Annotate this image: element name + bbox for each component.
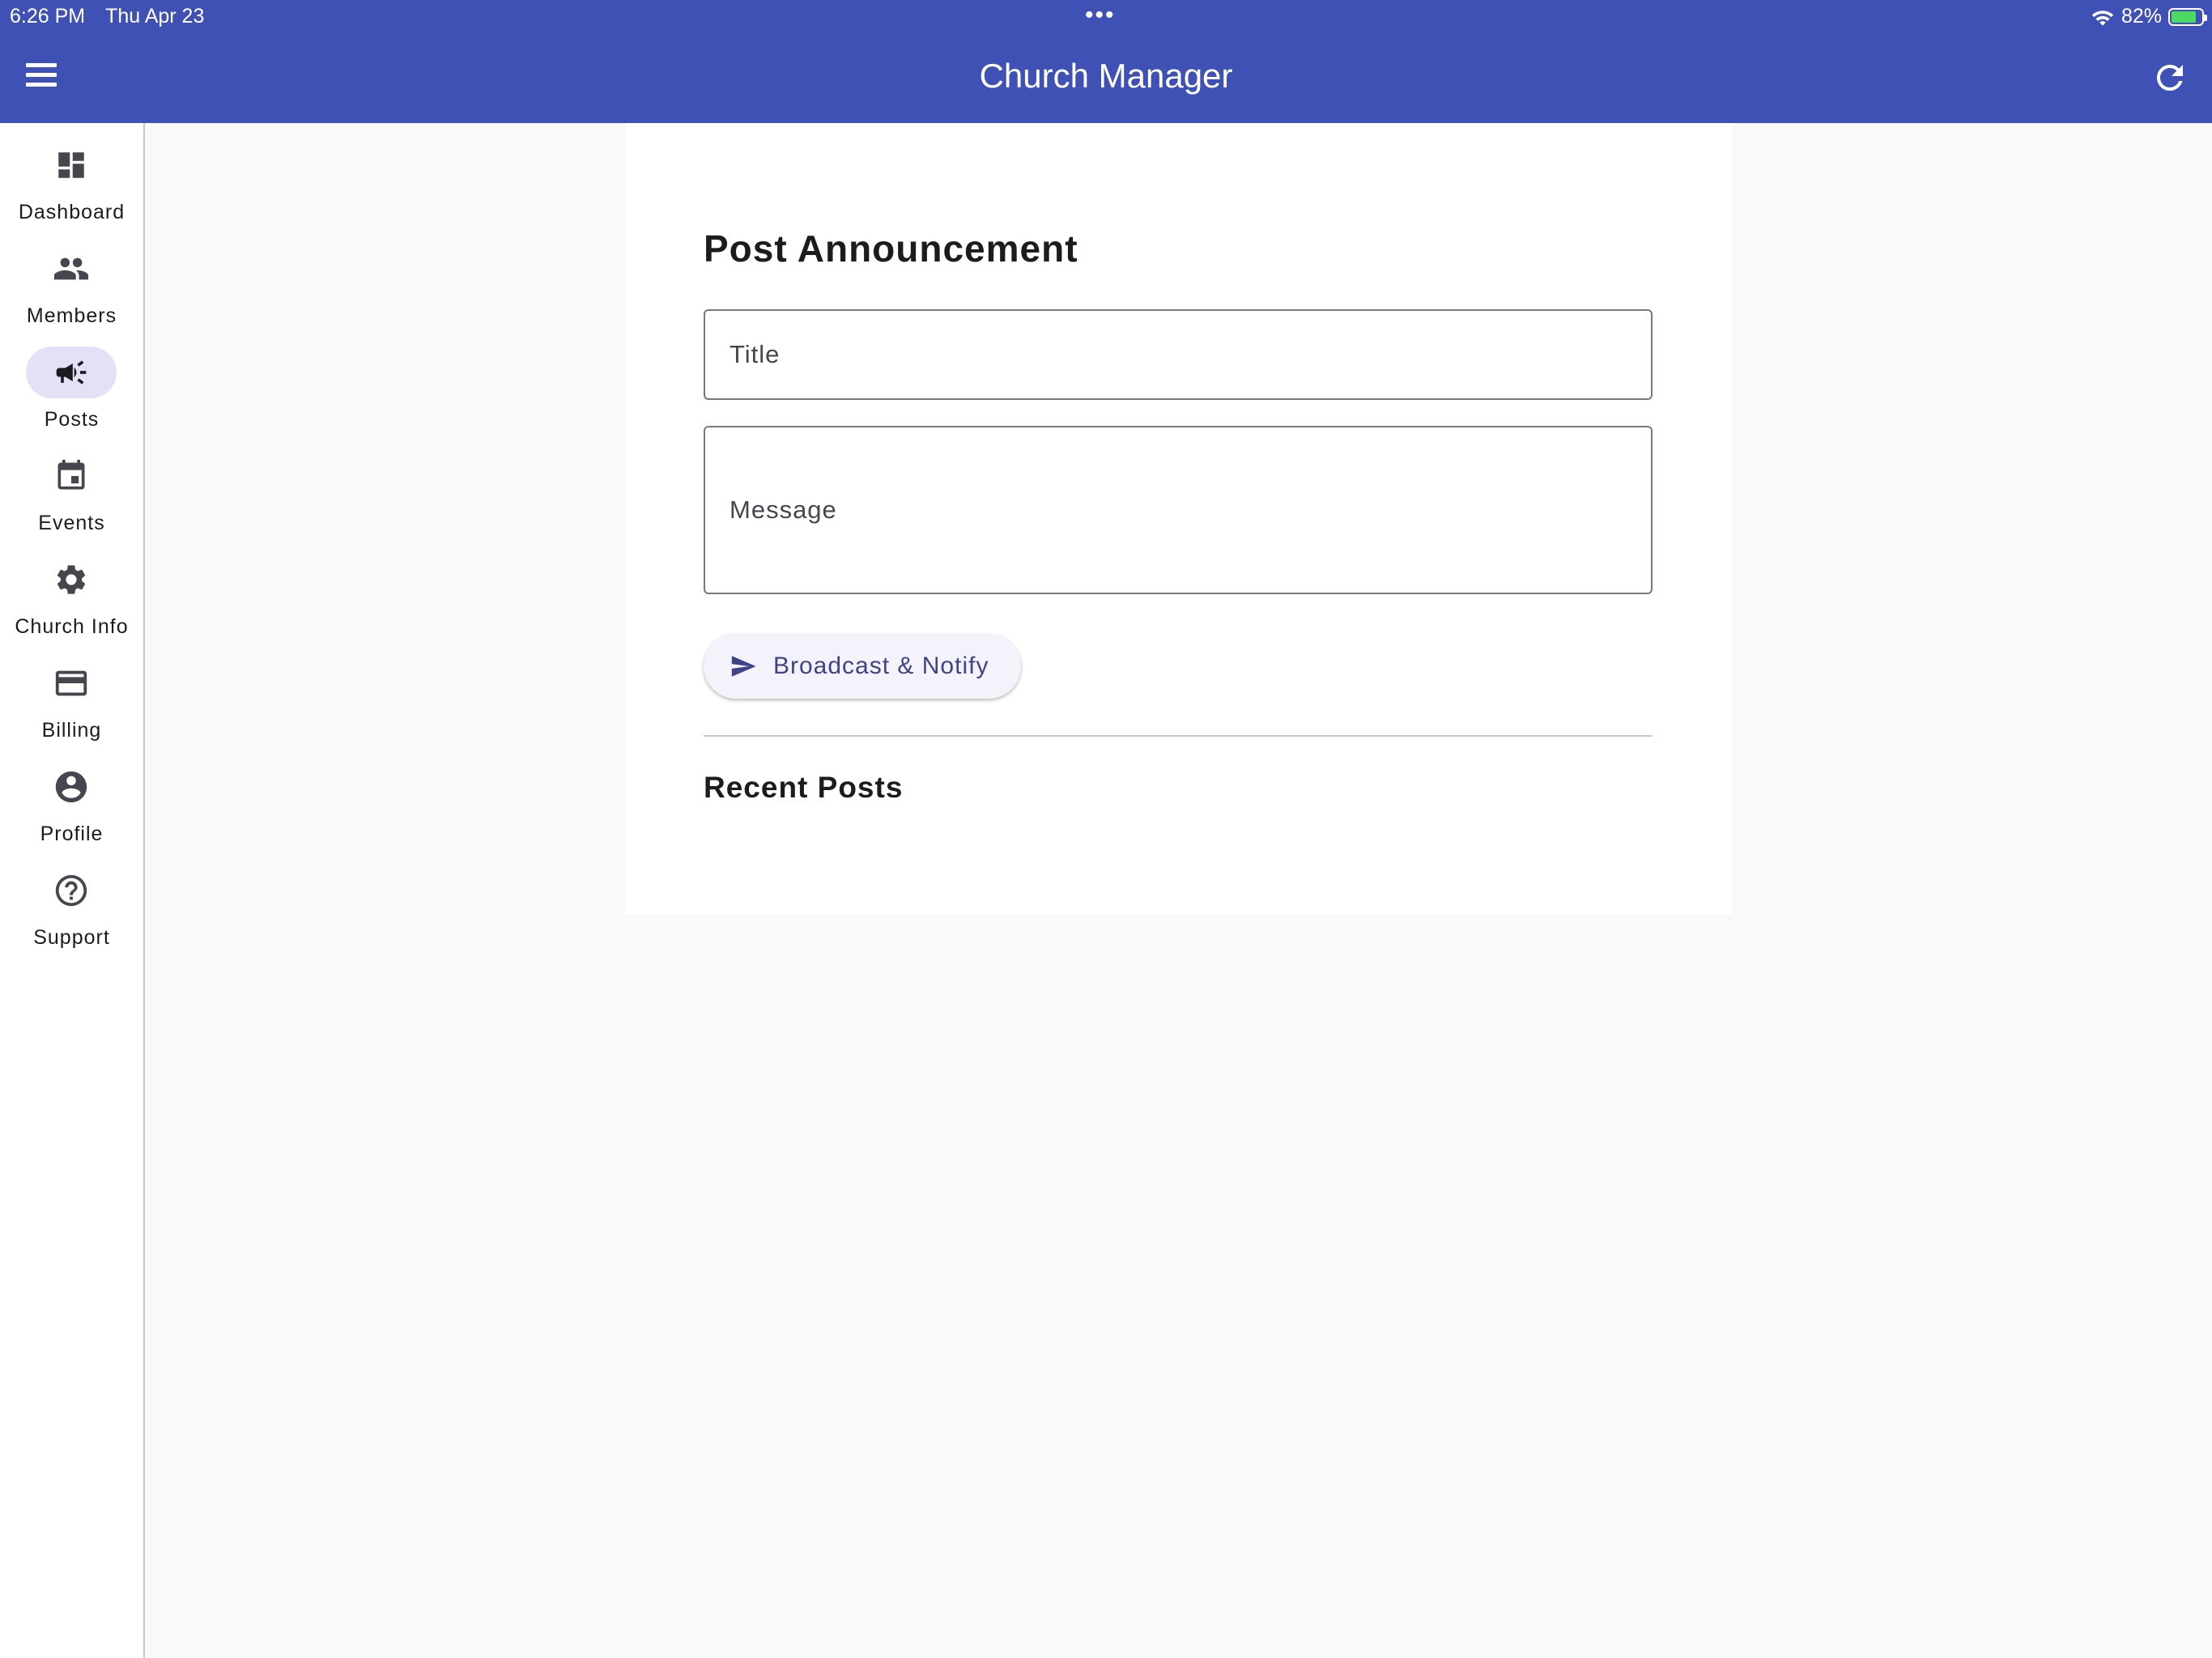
nav-item-support[interactable]: Support xyxy=(0,868,143,965)
nav-item-events[interactable]: Events xyxy=(0,453,143,551)
battery-fill xyxy=(2172,11,2196,23)
broadcast-notify-button[interactable]: Broadcast & Notify xyxy=(704,634,1021,699)
status-indicators: 82% xyxy=(2091,5,2207,28)
nav-label: Support xyxy=(33,926,110,949)
nav-label: Dashboard xyxy=(18,201,125,223)
account-circle-icon xyxy=(26,761,117,813)
status-time: 6:26 PM xyxy=(10,5,86,28)
dashboard-icon xyxy=(26,139,117,191)
credit-card-icon xyxy=(26,657,117,709)
campaign-megaphone-icon xyxy=(26,346,117,398)
help-circle-icon xyxy=(26,865,117,916)
nav-label: Posts xyxy=(44,408,100,431)
nav-item-church-info[interactable]: Church Info xyxy=(0,557,143,654)
battery-icon xyxy=(2168,7,2207,26)
people-icon xyxy=(26,243,117,295)
gear-icon xyxy=(26,554,117,606)
nav-label: Profile xyxy=(40,823,104,845)
nav-item-dashboard[interactable]: Dashboard xyxy=(0,142,143,240)
app-title: Church Manager xyxy=(979,57,1233,95)
refresh-icon[interactable] xyxy=(2150,58,2189,97)
title-field[interactable] xyxy=(704,309,1653,400)
nav-item-profile[interactable]: Profile xyxy=(0,764,143,861)
multitasking-dots[interactable]: ••• xyxy=(1085,2,1116,29)
nav-label: Members xyxy=(26,304,117,327)
page-title: Post Announcement xyxy=(704,227,1078,270)
nav-label: Church Info xyxy=(15,615,129,638)
calendar-event-icon xyxy=(26,450,117,502)
app-bar: 6:26 PM Thu Apr 23 ••• 82% Church Manage… xyxy=(0,0,2212,123)
message-field[interactable] xyxy=(704,426,1653,594)
nav-item-billing[interactable]: Billing xyxy=(0,661,143,758)
send-icon xyxy=(731,656,756,677)
recent-posts-heading: Recent Posts xyxy=(704,771,904,804)
nav-item-posts[interactable]: Posts xyxy=(0,346,143,447)
nav-label: Billing xyxy=(41,719,102,742)
title-input[interactable] xyxy=(705,311,1651,398)
message-input[interactable] xyxy=(705,427,1651,593)
section-divider xyxy=(704,735,1653,737)
broadcast-notify-label: Broadcast & Notify xyxy=(773,653,989,679)
navigation-rail: Dashboard Members Posts Events Church In… xyxy=(0,123,145,1658)
nav-label: Events xyxy=(38,512,105,534)
post-announcement-card: Post Announcement Broadcast & Notify Rec… xyxy=(626,123,1732,914)
battery-percent: 82% xyxy=(2121,5,2162,28)
wifi-icon xyxy=(2091,10,2114,26)
status-date: Thu Apr 23 xyxy=(105,5,205,28)
status-clock: 6:26 PM Thu Apr 23 xyxy=(10,5,204,28)
nav-item-members[interactable]: Members xyxy=(0,246,143,343)
